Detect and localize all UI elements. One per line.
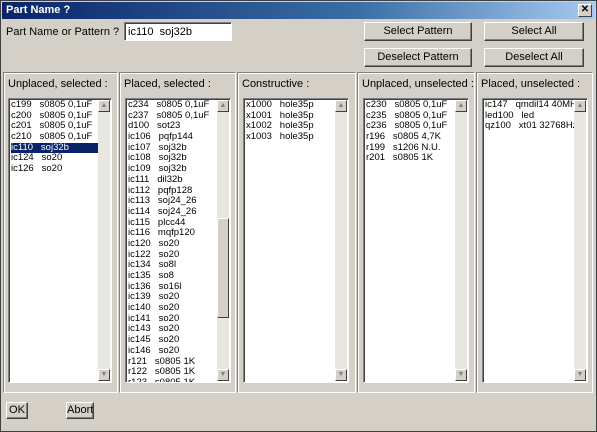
- list-item[interactable]: ic114 soj24_26: [128, 206, 228, 218]
- panel-title: Placed, unselected :: [481, 78, 581, 90]
- scroll-down-icon[interactable]: ▼: [574, 369, 586, 381]
- vertical-scrollbar[interactable]: ▲ ▼: [217, 100, 229, 381]
- scroll-down-icon[interactable]: ▼: [217, 369, 229, 381]
- list-item[interactable]: ic126 so20: [11, 163, 109, 175]
- scroll-thumb[interactable]: [217, 218, 229, 318]
- window-title: Part Name ?: [6, 4, 71, 16]
- part-name-dialog: Part Name ? ✕ Part Name or Pattern ? Sel…: [0, 0, 597, 432]
- scroll-up-icon[interactable]: ▲: [455, 100, 467, 112]
- panel-title: Constructive :: [242, 78, 310, 90]
- vertical-scrollbar[interactable]: ▲ ▼: [335, 100, 347, 381]
- close-icon[interactable]: ✕: [578, 4, 592, 17]
- vertical-scrollbar[interactable]: ▲ ▼: [98, 100, 110, 381]
- panel-constructive: Constructive : x1000 hole35p x1001 hole35…: [237, 72, 356, 393]
- panel-title: Unplaced, unselected :: [362, 78, 474, 90]
- panel-title: Unplaced, selected :: [8, 78, 108, 90]
- unplaced-selected-list[interactable]: c199 s0805 0,1uF c200 s0805 0,1uF c201 s08…: [8, 98, 112, 383]
- list-item[interactable]: ic111 dil32b: [128, 174, 228, 186]
- placed-selected-list[interactable]: c234 s0805 0,1uF c237 s0805 0,1uF d100 sot…: [125, 98, 231, 383]
- abort-button[interactable]: Abort: [66, 402, 94, 419]
- select-all-button[interactable]: Select All: [484, 22, 584, 41]
- panel-unplaced-selected: Unplaced, selected : c199 s0805 0,1uF c20…: [3, 72, 118, 393]
- part-pattern-input[interactable]: [124, 22, 232, 41]
- vertical-scrollbar[interactable]: ▲ ▼: [455, 100, 467, 381]
- panel-placed-selected: Placed, selected : c234 s0805 0,1uF c237 …: [119, 72, 236, 393]
- select-pattern-button[interactable]: Select Pattern: [364, 22, 472, 41]
- deselect-all-button[interactable]: Deselect All: [484, 48, 584, 67]
- scroll-up-icon[interactable]: ▲: [335, 100, 347, 112]
- title-bar: Part Name ? ✕: [2, 2, 595, 19]
- list-item[interactable]: ic146 so20: [128, 345, 228, 357]
- panel-placed-unselected: Placed, unselected : ic147 qmdil14 40MHz…: [476, 72, 593, 393]
- unplaced-unselected-list[interactable]: c230 s0805 0,1uF c235 s0805 0,1uF c236 s08…: [363, 98, 469, 383]
- list-item[interactable]: r201 s0805 1K: [366, 153, 466, 164]
- constructive-list[interactable]: x1000 hole35p x1001 hole35p x1002 hole35p x…: [243, 98, 349, 383]
- placed-unselected-list[interactable]: ic147 qmdil14 40MHz led100 led qz100 xt01 …: [482, 98, 588, 383]
- scroll-up-icon[interactable]: ▲: [574, 100, 586, 112]
- list-item[interactable]: qz100 xt01 32768Hz: [485, 121, 585, 132]
- vertical-scrollbar[interactable]: ▲ ▼: [574, 100, 586, 381]
- panel-title: Placed, selected :: [124, 78, 211, 90]
- search-label: Part Name or Pattern ?: [6, 26, 120, 38]
- panel-unplaced-unselected: Unplaced, unselected : c230 s0805 0,1uF c…: [357, 72, 475, 393]
- list-item[interactable]: x1003 hole35p: [246, 131, 346, 143]
- scroll-up-icon[interactable]: ▲: [98, 100, 110, 112]
- deselect-pattern-button[interactable]: Deselect Pattern: [364, 48, 472, 67]
- scroll-up-icon[interactable]: ▲: [217, 100, 229, 112]
- ok-button[interactable]: OK: [6, 402, 28, 419]
- scroll-down-icon[interactable]: ▼: [335, 369, 347, 381]
- list-item[interactable]: r123 s0805 1K: [128, 377, 228, 382]
- scroll-down-icon[interactable]: ▼: [98, 369, 110, 381]
- scroll-down-icon[interactable]: ▼: [455, 369, 467, 381]
